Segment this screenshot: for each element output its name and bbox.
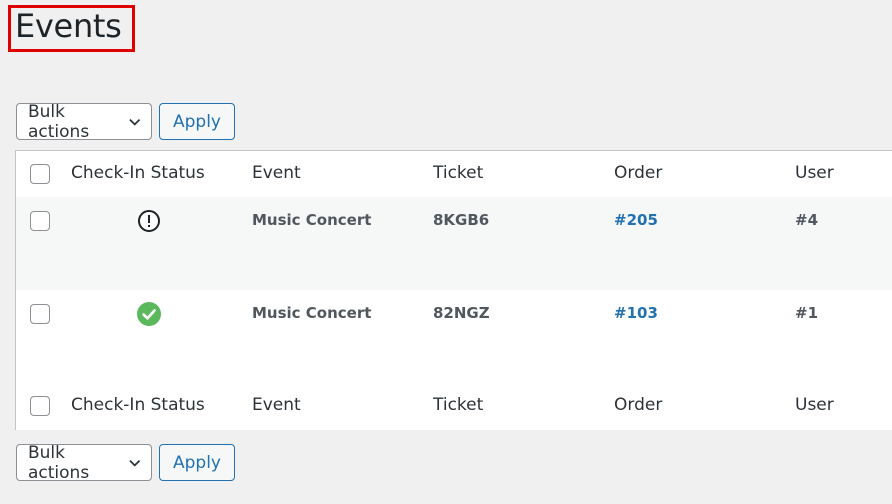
events-table: Check-In Status Event Ticket Order User …: [15, 150, 892, 430]
row-checkbox[interactable]: [30, 304, 50, 324]
bulk-actions-label: Bulk actions: [28, 101, 90, 142]
exclamation-circle-icon: [138, 210, 160, 232]
event-name: Music Concert: [252, 211, 372, 229]
column-footer-order[interactable]: Order: [614, 395, 662, 415]
check-circle-icon: [137, 302, 161, 326]
column-header-check-in-status[interactable]: Check-In Status: [71, 163, 205, 183]
table-row: Music Concert 82NGZ #103 #1: [16, 290, 892, 384]
column-header-order[interactable]: Order: [614, 163, 662, 183]
column-footer-check-in-status[interactable]: Check-In Status: [71, 395, 205, 415]
chevron-down-icon: [128, 459, 140, 467]
table-footer-row: Check-In Status Event Ticket Order User: [16, 383, 892, 430]
tablenav-bottom: Bulk actions Apply: [16, 442, 235, 483]
order-link[interactable]: #103: [614, 304, 658, 322]
select-all-checkbox[interactable]: [30, 164, 50, 184]
apply-button[interactable]: Apply: [159, 103, 235, 140]
column-header-user[interactable]: User: [795, 163, 834, 183]
select-all-checkbox-footer[interactable]: [30, 396, 50, 416]
order-link[interactable]: #205: [614, 211, 658, 229]
page-title: Events: [15, 7, 122, 45]
chevron-down-icon: [128, 118, 140, 126]
user-id: #1: [795, 304, 819, 322]
column-header-ticket[interactable]: Ticket: [433, 163, 483, 183]
bulk-actions-label: Bulk actions: [28, 442, 90, 483]
ticket-code: 8KGB6: [433, 211, 490, 229]
event-name: Music Concert: [252, 304, 372, 322]
column-footer-ticket[interactable]: Ticket: [433, 395, 483, 415]
table-row: Music Concert 8KGB6 #205 #4: [16, 197, 892, 290]
row-checkbox[interactable]: [30, 211, 50, 231]
ticket-code: 82NGZ: [433, 304, 490, 322]
tablenav-top: Bulk actions Apply: [16, 101, 235, 142]
user-id: #4: [795, 211, 819, 229]
column-header-event[interactable]: Event: [252, 163, 301, 183]
apply-button-bottom[interactable]: Apply: [159, 444, 235, 481]
bulk-actions-select-bottom[interactable]: Bulk actions: [16, 442, 152, 483]
column-footer-user[interactable]: User: [795, 395, 834, 415]
column-footer-event[interactable]: Event: [252, 395, 301, 415]
table-header-row: Check-In Status Event Ticket Order User: [16, 151, 892, 198]
bulk-actions-select[interactable]: Bulk actions: [16, 101, 152, 142]
